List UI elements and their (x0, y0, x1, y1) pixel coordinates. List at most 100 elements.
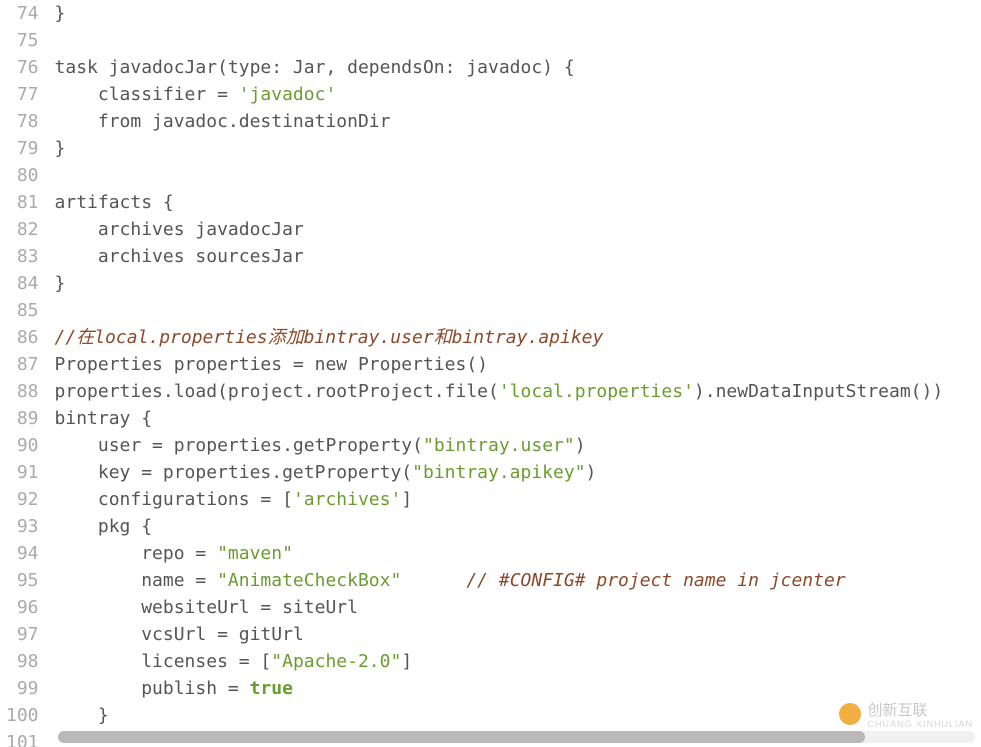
line-number: 75 (6, 27, 39, 54)
line-number: 85 (6, 297, 39, 324)
code-token: Properties properties = new Properties() (55, 354, 488, 375)
line-number: 90 (6, 432, 39, 459)
line-number: 89 (6, 405, 39, 432)
code-token: name = (55, 570, 218, 591)
code-editor: 7475767778798081828384858687888990919293… (0, 0, 981, 747)
line-number: 94 (6, 540, 39, 567)
line-number: 98 (6, 648, 39, 675)
code-line[interactable]: properties.load(project.rootProject.file… (55, 378, 981, 405)
code-token: // #CONFIG# project name in jcenter (466, 570, 845, 591)
horizontal-scrollbar-track[interactable] (58, 731, 975, 743)
line-number: 78 (6, 108, 39, 135)
line-number: 79 (6, 135, 39, 162)
code-line[interactable]: archives sourcesJar (55, 243, 981, 270)
code-line[interactable] (55, 162, 981, 189)
code-line[interactable]: } (55, 135, 981, 162)
line-number: 96 (6, 594, 39, 621)
code-line[interactable] (55, 297, 981, 324)
code-line[interactable]: from javadoc.destinationDir (55, 108, 981, 135)
code-line[interactable]: configurations = ['archives'] (55, 486, 981, 513)
line-number: 87 (6, 351, 39, 378)
line-number: 88 (6, 378, 39, 405)
code-token: ] (401, 489, 412, 510)
code-line[interactable]: Properties properties = new Properties() (55, 351, 981, 378)
line-number: 84 (6, 270, 39, 297)
line-number: 99 (6, 675, 39, 702)
code-line[interactable]: } (55, 0, 981, 27)
code-token: ) (586, 462, 597, 483)
code-token: classifier = (55, 84, 239, 105)
code-token: ] (401, 651, 412, 672)
line-number: 101 (6, 729, 39, 747)
code-token: repo = (55, 543, 218, 564)
line-number: 83 (6, 243, 39, 270)
code-token: bintray { (55, 408, 153, 429)
code-token: key = properties.getProperty( (55, 462, 413, 483)
code-line[interactable]: pkg { (55, 513, 981, 540)
code-token: websiteUrl = siteUrl (55, 597, 358, 618)
line-number: 82 (6, 216, 39, 243)
code-line[interactable]: name = "AnimateCheckBox" // #CONFIG# pro… (55, 567, 981, 594)
code-line[interactable]: publish = true (55, 675, 981, 702)
code-line[interactable]: task javadocJar(type: Jar, dependsOn: ja… (55, 54, 981, 81)
code-line[interactable]: //在local.properties添加bintray.user和bintra… (55, 324, 981, 351)
code-token: 'archives' (293, 489, 401, 510)
code-line[interactable]: repo = "maven" (55, 540, 981, 567)
code-token (401, 570, 466, 591)
code-line[interactable]: } (55, 702, 981, 729)
code-token: } (55, 138, 66, 159)
code-token: "maven" (217, 543, 293, 564)
horizontal-scrollbar-thumb[interactable] (58, 731, 865, 743)
code-token: 'javadoc' (239, 84, 337, 105)
code-token: 'local.properties' (499, 381, 694, 402)
code-token: licenses = [ (55, 651, 272, 672)
line-number: 95 (6, 567, 39, 594)
line-number: 91 (6, 459, 39, 486)
line-number: 93 (6, 513, 39, 540)
code-token: from javadoc.destinationDir (55, 111, 391, 132)
code-token: ).newDataInputStream()) (694, 381, 943, 402)
code-token: archives javadocJar (55, 219, 304, 240)
code-token: publish = (55, 678, 250, 699)
code-token: "AnimateCheckBox" (217, 570, 401, 591)
code-line[interactable]: user = properties.getProperty("bintray.u… (55, 432, 981, 459)
line-number: 97 (6, 621, 39, 648)
code-line[interactable]: licenses = ["Apache-2.0"] (55, 648, 981, 675)
code-token: } (55, 705, 109, 726)
line-number: 80 (6, 162, 39, 189)
code-token: true (250, 678, 293, 699)
code-line[interactable]: bintray { (55, 405, 981, 432)
code-area[interactable]: } task javadocJar(type: Jar, dependsOn: j… (49, 0, 981, 747)
code-token: //在local.properties添加bintray.user和bintra… (55, 327, 604, 348)
code-line[interactable]: websiteUrl = siteUrl (55, 594, 981, 621)
code-token: configurations = [ (55, 489, 293, 510)
code-line[interactable]: key = properties.getProperty("bintray.ap… (55, 459, 981, 486)
code-token: task javadocJar(type: Jar, dependsOn: ja… (55, 57, 575, 78)
code-token: "bintray.apikey" (412, 462, 585, 483)
line-number: 74 (6, 0, 39, 27)
code-line[interactable]: vcsUrl = gitUrl (55, 621, 981, 648)
code-token: } (55, 3, 66, 24)
code-token: "bintray.user" (423, 435, 575, 456)
code-line[interactable]: } (55, 270, 981, 297)
line-number: 81 (6, 189, 39, 216)
code-token: user = properties.getProperty( (55, 435, 423, 456)
code-token: artifacts { (55, 192, 174, 213)
line-number-gutter: 7475767778798081828384858687888990919293… (0, 0, 49, 747)
line-number: 86 (6, 324, 39, 351)
line-number: 100 (6, 702, 39, 729)
line-number: 77 (6, 81, 39, 108)
code-token: ) (575, 435, 586, 456)
code-token: "Apache-2.0" (271, 651, 401, 672)
code-line[interactable]: archives javadocJar (55, 216, 981, 243)
code-line[interactable]: classifier = 'javadoc' (55, 81, 981, 108)
line-number: 76 (6, 54, 39, 81)
code-token: properties.load(project.rootProject.file… (55, 381, 499, 402)
code-token: vcsUrl = gitUrl (55, 624, 304, 645)
line-number: 92 (6, 486, 39, 513)
code-line[interactable] (55, 27, 981, 54)
code-token: } (55, 273, 66, 294)
code-line[interactable]: artifacts { (55, 189, 981, 216)
code-token: archives sourcesJar (55, 246, 304, 267)
code-token: pkg { (55, 516, 153, 537)
